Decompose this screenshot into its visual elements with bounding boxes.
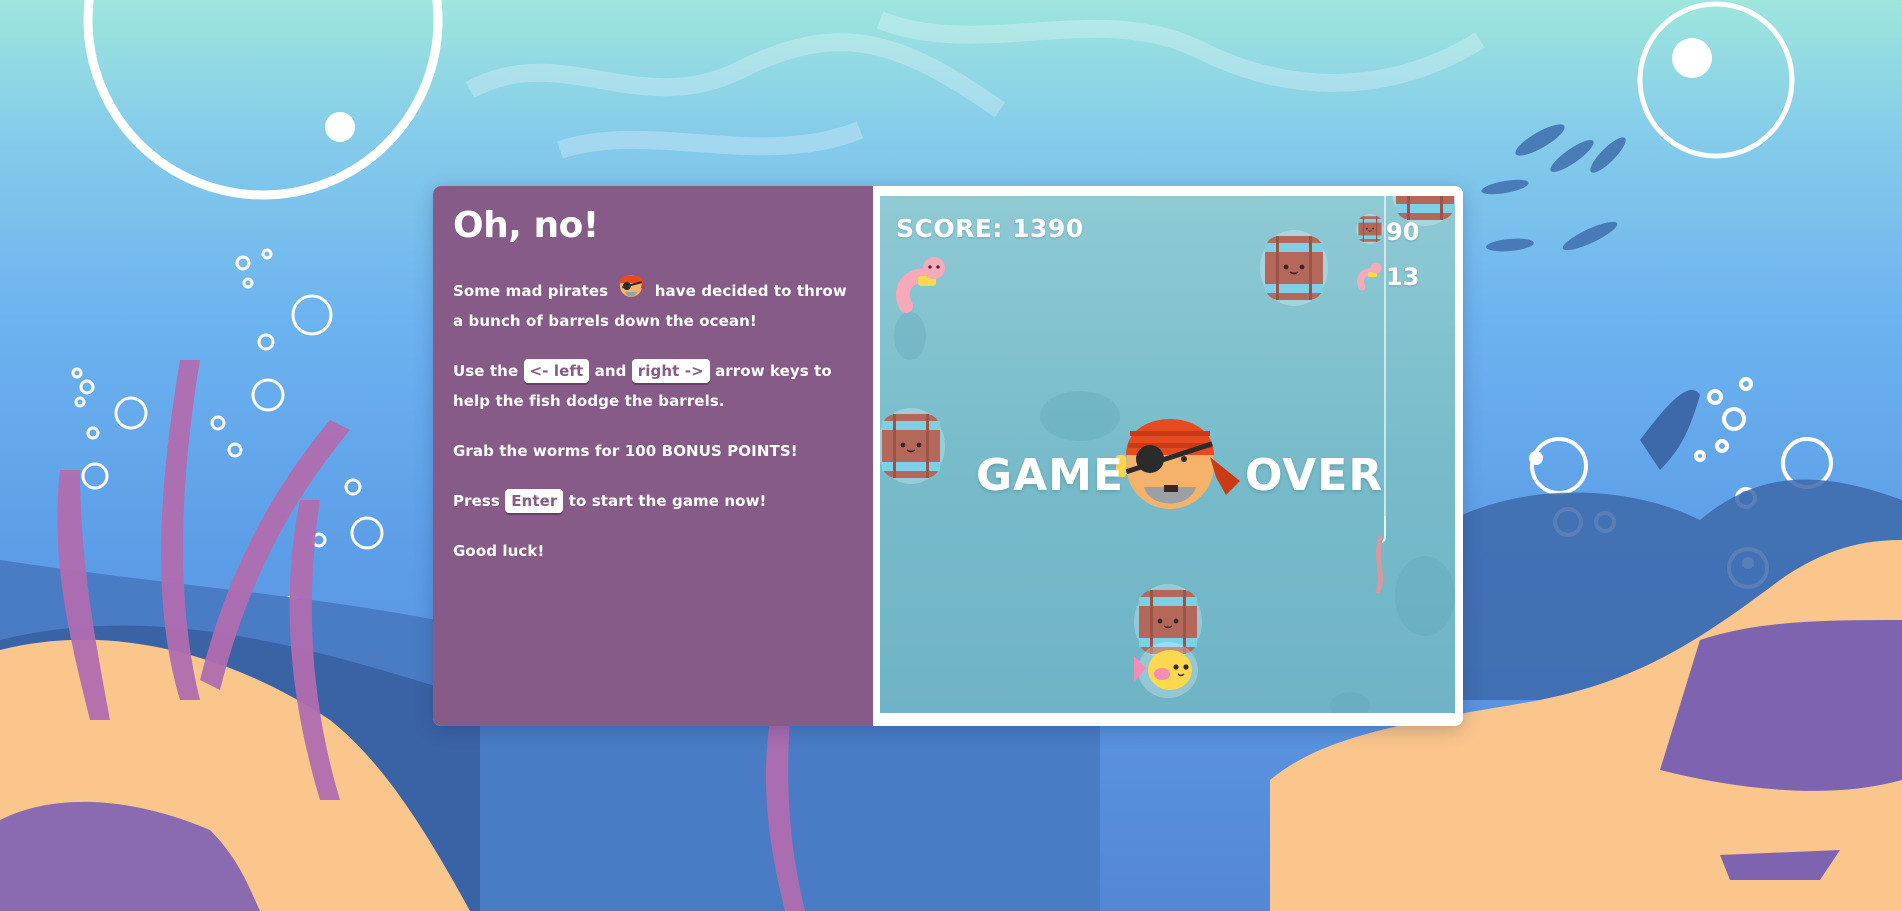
p2-and: and: [594, 361, 627, 380]
game-over-right-text: OVER: [1245, 450, 1384, 501]
pirate-icon: [619, 274, 647, 297]
worm-icon: [896, 257, 945, 313]
right-arrow-key: right ->: [631, 358, 710, 383]
game-over-left-text: GAME: [976, 450, 1125, 501]
barrel-icon: [1356, 213, 1384, 245]
p1-before: Some mad pirates: [453, 281, 609, 300]
game-canvas[interactable]: SCORE: 1390 90 13 GAME OVER: [880, 196, 1455, 713]
p4-after: to start the game now!: [568, 491, 767, 510]
barrel-icon: [1259, 229, 1329, 307]
worms-counter: 13: [1386, 263, 1420, 291]
main-panel: Oh, no! Some mad pirates have decided to…: [433, 186, 1463, 726]
p2-before: Use the: [453, 361, 519, 380]
hook-icon: [1375, 196, 1386, 594]
instructions-paragraph-luck: Good luck!: [453, 541, 545, 560]
barrels-counter: 90: [1386, 218, 1420, 246]
enter-key: Enter: [505, 488, 564, 513]
instructions-paragraph-bonus: Grab the worms for 100 BONUS POINTS!: [453, 441, 798, 460]
instructions-title: Oh, no!: [453, 205, 599, 246]
instructions-panel: Oh, no! Some mad pirates have decided to…: [433, 186, 873, 726]
instructions-paragraph-start: Press Enter to start the game now!: [453, 486, 853, 516]
pirate-icon: [1116, 419, 1240, 509]
instructions-paragraph-keys: Use the <- left and right -> arrow keys …: [453, 356, 853, 416]
score-label: SCORE: 1390: [896, 214, 1084, 243]
p4-before: Press: [453, 491, 500, 510]
left-arrow-key: <- left: [523, 358, 590, 383]
instructions-paragraph-pirates: Some mad pirates have decided to throw a…: [453, 268, 853, 336]
barrel-icon: [880, 407, 946, 485]
worm-icon: [1357, 262, 1382, 291]
fish-icon: [1134, 642, 1198, 698]
